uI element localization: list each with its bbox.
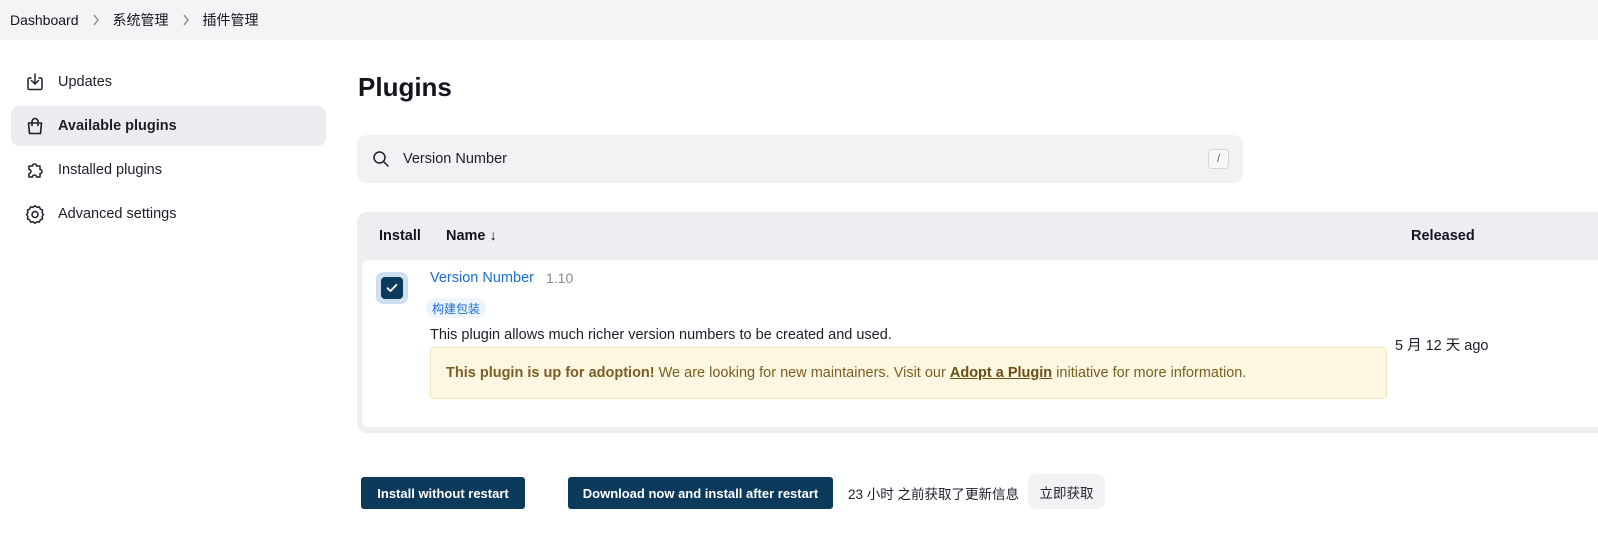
search-input[interactable] [403, 151, 1208, 167]
breadcrumb: Dashboard 系统管理 插件管理 [0, 0, 1598, 40]
chevron-right-icon [173, 14, 199, 26]
download-install-after-restart-button[interactable]: Download now and install after restart [568, 477, 833, 509]
update-info-text: 23 小时 之前获取了更新信息 [848, 487, 1020, 502]
table-row: Version Number 1.10 构建包装 This plugin all… [362, 260, 1598, 427]
search-shortcut-hint: / [1208, 149, 1229, 169]
sidebar-item-advanced-settings[interactable]: Advanced settings [11, 194, 326, 234]
breadcrumb-system-management[interactable]: 系统管理 [113, 10, 169, 30]
install-checkbox[interactable] [376, 272, 408, 304]
column-header-name[interactable]: Name ↓ [446, 228, 497, 244]
breadcrumb-dashboard[interactable]: Dashboard [10, 12, 79, 28]
adopt-a-plugin-link[interactable]: Adopt a Plugin [950, 365, 1052, 381]
column-header-released[interactable]: Released [1411, 228, 1475, 244]
puzzle-icon [25, 160, 45, 180]
plugin-released-date: 5 月 12 天 ago [1395, 338, 1489, 354]
breadcrumb-plugin-management[interactable]: 插件管理 [203, 10, 259, 30]
shopping-bag-icon [25, 116, 45, 136]
sidebar-item-installed-plugins[interactable]: Installed plugins [11, 150, 326, 190]
sidebar-item-available-plugins[interactable]: Available plugins [11, 106, 326, 146]
plugin-version: 1.10 [546, 270, 574, 286]
page-title: Plugins [358, 72, 452, 102]
sidebar-item-label: Installed plugins [58, 162, 162, 178]
sidebar-item-label: Updates [58, 74, 113, 90]
plugin-description: This plugin allows much richer version n… [430, 327, 892, 343]
adoption-notice-heading: This plugin is up for adoption! [446, 365, 655, 381]
search-bar[interactable]: / [357, 135, 1243, 183]
adoption-notice: This plugin is up for adoption! We are l… [430, 347, 1387, 399]
sidebar: Updates Available plugins Installed plug… [11, 62, 326, 238]
check-icon [381, 277, 403, 299]
gear-icon [25, 204, 45, 224]
sidebar-item-label: Advanced settings [58, 206, 177, 222]
plugin-name-link[interactable]: Version Number [430, 270, 534, 286]
fetch-now-button[interactable]: 立即获取 [1028, 474, 1105, 509]
sidebar-item-updates[interactable]: Updates [11, 62, 326, 102]
adoption-notice-text-end: initiative for more information. [1052, 365, 1247, 381]
column-header-install: Install [379, 228, 421, 244]
plugin-category-tag[interactable]: 构建包装 [426, 298, 487, 318]
sidebar-item-label: Available plugins [58, 118, 177, 134]
chevron-right-icon [83, 14, 109, 26]
plugins-table: Install Name ↓ Released Version Number 1… [357, 212, 1598, 433]
search-icon [372, 150, 390, 168]
adoption-notice-text: We are looking for new maintainers. Visi… [654, 365, 950, 381]
install-without-restart-button[interactable]: Install without restart [361, 477, 525, 509]
download-icon [25, 72, 45, 92]
